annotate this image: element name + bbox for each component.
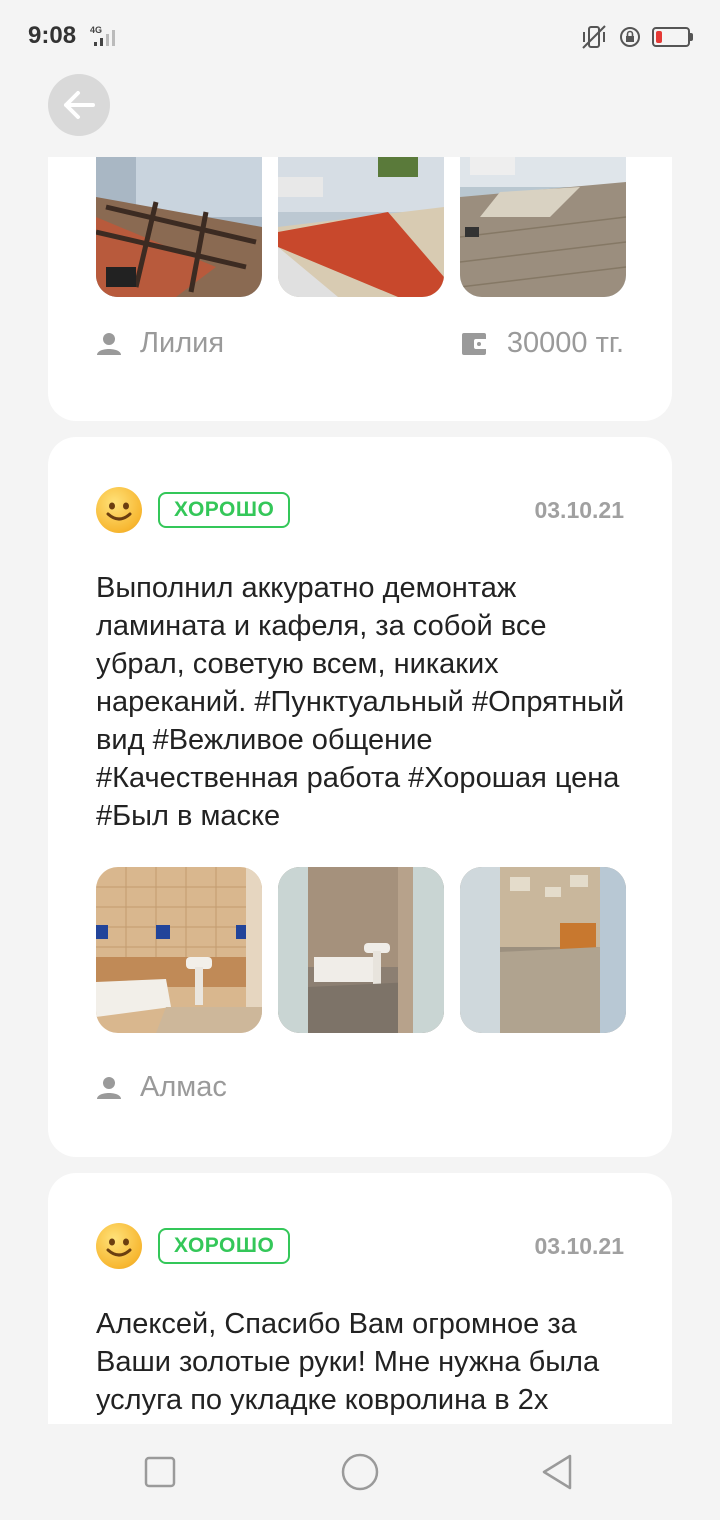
rating-badge: ХОРОШО	[158, 492, 291, 528]
person-icon	[97, 1076, 121, 1099]
review-photo[interactable]	[460, 867, 626, 1033]
square-icon[interactable]	[140, 1452, 180, 1492]
smile-emoji-icon	[96, 487, 142, 533]
wallet-icon	[461, 332, 488, 355]
review-header: ХОРОШО 03.10.21	[96, 1221, 624, 1271]
review-photo[interactable]	[96, 157, 262, 297]
arrow-left-icon	[64, 91, 95, 119]
review-photos	[96, 157, 626, 297]
network-label: 4G	[90, 25, 102, 35]
back-button[interactable]	[48, 74, 110, 136]
review-date: 03.10.21	[534, 496, 624, 523]
smile-emoji-icon	[96, 1223, 142, 1269]
status-bar: 9:08 4G	[0, 0, 720, 76]
review-photo[interactable]	[278, 867, 444, 1033]
review-meta: Алмас	[96, 1071, 624, 1104]
review-card: ХОРОШО 03.10.21 Выполнил аккуратно демон…	[48, 437, 672, 1157]
battery-icon	[652, 27, 693, 47]
review-photo[interactable]	[96, 867, 262, 1033]
review-card: ХОРОШО 03.10.21 Алексей, Спасибо Вам огр…	[48, 1173, 672, 1424]
review-author: Лилия	[140, 327, 225, 359]
review-price: 30000 тг.	[506, 327, 624, 359]
vibrate-off-icon	[582, 25, 606, 49]
review-text: Алексей, Спасибо Вам огромное за Ваши зо…	[96, 1308, 600, 1416]
status-icons	[580, 22, 693, 52]
review-meta: Лилия 30000 тг.	[96, 327, 624, 360]
review-text: Выполнил аккуратно демонтаж ламината и к…	[96, 572, 625, 832]
review-date: 03.10.21	[534, 1232, 624, 1259]
signal-icon: 4G	[90, 25, 115, 46]
rating-badge: ХОРОШО	[158, 1228, 291, 1264]
system-nav-bar	[0, 1424, 720, 1520]
review-author: Алмас	[140, 1071, 227, 1103]
review-photo[interactable]	[460, 157, 626, 297]
status-time: 9:08	[28, 22, 77, 49]
rotation-lock-icon	[620, 27, 640, 47]
review-photos	[96, 867, 626, 1033]
review-photo[interactable]	[278, 157, 444, 297]
review-card: Лилия 30000 тг.	[48, 157, 672, 421]
reviews-list[interactable]: Лилия 30000 тг. ХОРОШО 03.10.21 Выполнил…	[0, 157, 720, 1424]
triangle-back-icon[interactable]	[538, 1452, 578, 1492]
review-header: ХОРОШО 03.10.21	[96, 485, 624, 535]
person-icon	[97, 332, 121, 355]
circle-icon[interactable]	[340, 1452, 380, 1492]
